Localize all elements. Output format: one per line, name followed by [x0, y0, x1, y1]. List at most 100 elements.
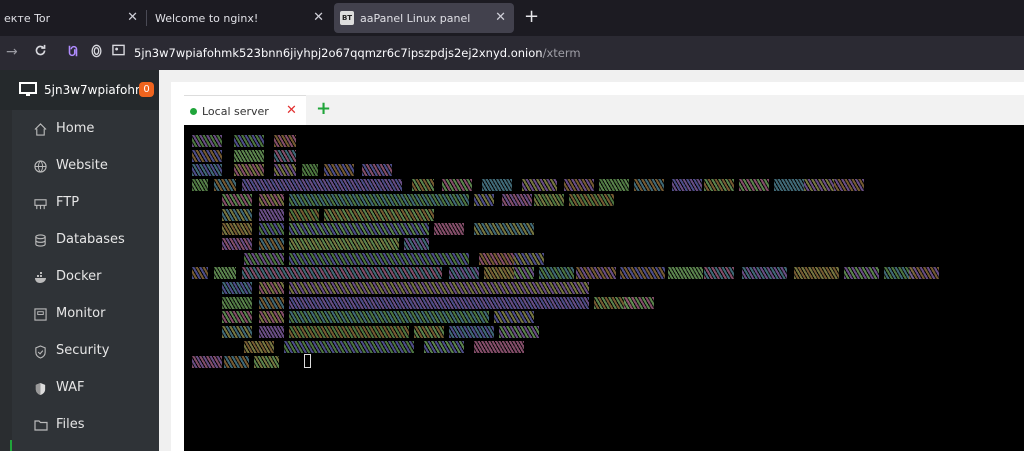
close-icon[interactable]: ✕ — [313, 10, 324, 25]
terminal-garbled-text — [234, 135, 264, 147]
sidebar-item-home[interactable]: Home — [0, 111, 159, 148]
sidebar-item-ftp[interactable]: FTP — [0, 185, 159, 222]
terminal-garbled-text — [424, 340, 464, 353]
url-host: 5jn3w7wpiafohmk523bnn6jiyhpj2o67qqmzr6c7… — [134, 46, 543, 60]
terminal-garbled-text — [224, 355, 249, 368]
sidebar-item-waf[interactable]: WAF — [0, 370, 159, 407]
sidebar-item-website[interactable]: Website — [0, 148, 159, 185]
terminal-garbled-text — [742, 267, 787, 280]
database-icon — [34, 234, 47, 247]
terminal-garbled-text — [192, 179, 208, 192]
terminal-tab-label: Local server — [202, 105, 269, 118]
terminal-garbled-text — [259, 326, 284, 339]
sidebar-item-label: WAF — [56, 380, 85, 395]
terminal-garbled-text — [539, 267, 574, 280]
sidebar-item-label: Website — [56, 158, 108, 173]
terminal-garbled-text — [704, 179, 734, 192]
monitor-icon — [34, 308, 47, 321]
sidebar-item-monitor[interactable]: Monitor — [0, 296, 159, 333]
forward-icon[interactable]: → — [6, 44, 18, 60]
server-monitor-icon — [19, 82, 37, 102]
status-dot-icon — [190, 108, 197, 115]
terminal-garbled-text — [844, 267, 879, 280]
browser-tab-tor[interactable]: екте Tor ✕ — [0, 3, 146, 33]
terminal-garbled-text — [412, 179, 434, 192]
fingerprint-icon[interactable] — [90, 44, 103, 62]
terminal-garbled-text — [289, 252, 469, 265]
terminal-garbled-text — [289, 296, 589, 309]
browser-tabbar: екте Tor ✕ Welcome to nginx! ✕ BT aaPane… — [0, 0, 1024, 36]
terminal-garbled-text — [242, 179, 402, 192]
terminal-garbled-text — [244, 252, 284, 265]
terminal-garbled-text — [414, 326, 444, 339]
folder-icon — [34, 419, 48, 432]
close-icon[interactable]: ✕ — [495, 10, 506, 25]
page-info-icon[interactable] — [112, 44, 125, 60]
new-tab-button[interactable]: + — [524, 8, 539, 26]
terminal-garbled-text — [324, 208, 434, 221]
server-host: 5jn3w7wpiafohmk — [44, 83, 139, 97]
terminal-garbled-text — [564, 179, 594, 192]
terminal-garbled-text — [192, 267, 208, 280]
url-bar[interactable]: 5jn3w7wpiafohmk523bnn6jiyhpj2o67qqmzr6c7… — [134, 46, 581, 60]
terminal-garbled-text — [274, 149, 296, 162]
close-icon[interactable]: ✕ — [127, 10, 138, 25]
terminal-garbled-text — [494, 311, 534, 324]
terminal-garbled-text — [222, 311, 252, 324]
xterm-terminal[interactable] — [184, 125, 1024, 451]
terminal-garbled-text — [569, 193, 614, 206]
terminal-garbled-text — [474, 193, 494, 206]
terminal-garbled-text — [482, 179, 512, 192]
terminal-garbled-text — [259, 311, 284, 324]
terminal-garbled-text — [634, 179, 664, 192]
terminal-garbled-text — [624, 296, 654, 309]
docker-icon — [34, 271, 47, 284]
terminal-garbled-text — [259, 237, 284, 250]
terminal-garbled-text — [502, 193, 532, 206]
terminal-garbled-text — [324, 164, 354, 177]
sidebar-item-docker[interactable]: Docker — [0, 259, 159, 296]
sidebar-item-label: Home — [56, 121, 95, 136]
close-icon[interactable]: ✕ — [286, 103, 297, 118]
terminal-garbled-text — [514, 252, 544, 265]
reload-icon[interactable] — [34, 44, 47, 61]
tor-circuit-icon[interactable] — [66, 44, 80, 62]
terminal-garbled-text — [242, 267, 442, 280]
ftp-icon — [34, 197, 47, 210]
sidebar-item-label: Databases — [56, 232, 125, 247]
sidebar-item-files[interactable]: Files — [0, 407, 159, 444]
terminal-garbled-text — [222, 193, 252, 206]
browser-tab-nginx[interactable]: Welcome to nginx! ✕ — [148, 3, 332, 33]
sidebar-item-label: FTP — [56, 195, 80, 210]
terminal-garbled-text — [222, 208, 252, 221]
terminal-garbled-text — [234, 149, 264, 162]
home-icon — [34, 123, 47, 136]
terminal-cursor — [304, 354, 311, 368]
waf-shield-icon — [34, 382, 47, 396]
terminal-garbled-text — [404, 237, 429, 250]
url-path: /xterm — [542, 46, 581, 60]
sidebar-item-databases[interactable]: Databases — [0, 222, 159, 259]
sidebar-item-label: Files — [56, 417, 85, 432]
terminal-garbled-text — [474, 340, 524, 353]
terminal-tab-local-server[interactable]: Local server ✕ — [184, 95, 306, 125]
active-indicator — [10, 440, 12, 451]
terminal-garbled-text — [289, 193, 469, 206]
terminal-garbled-text — [244, 340, 274, 353]
add-terminal-button[interactable]: + — [316, 100, 331, 118]
terminal-garbled-text — [289, 223, 429, 236]
sidebar-item-security[interactable]: Security — [0, 333, 159, 370]
terminal-garbled-text — [192, 149, 222, 162]
terminal-garbled-text — [620, 267, 665, 280]
browser-navbar: → 5jn3w7wpiafohmk523bnn6jiyhpj2o67qqmzr6… — [0, 36, 1024, 70]
notification-badge[interactable]: 0 — [139, 82, 154, 97]
terminal-garbled-text — [302, 164, 318, 177]
terminal-garbled-text — [192, 135, 222, 147]
terminal-garbled-text — [434, 223, 464, 236]
terminal-garbled-text — [576, 267, 616, 280]
terminal-garbled-text — [909, 267, 939, 280]
browser-tab-aapanel[interactable]: BT aaPanel Linux panel ✕ — [334, 3, 514, 33]
globe-icon — [34, 160, 47, 173]
sidebar-header[interactable]: 5jn3w7wpiafohmk 0 — [0, 70, 159, 110]
sidebar-item-label: Docker — [56, 269, 102, 284]
